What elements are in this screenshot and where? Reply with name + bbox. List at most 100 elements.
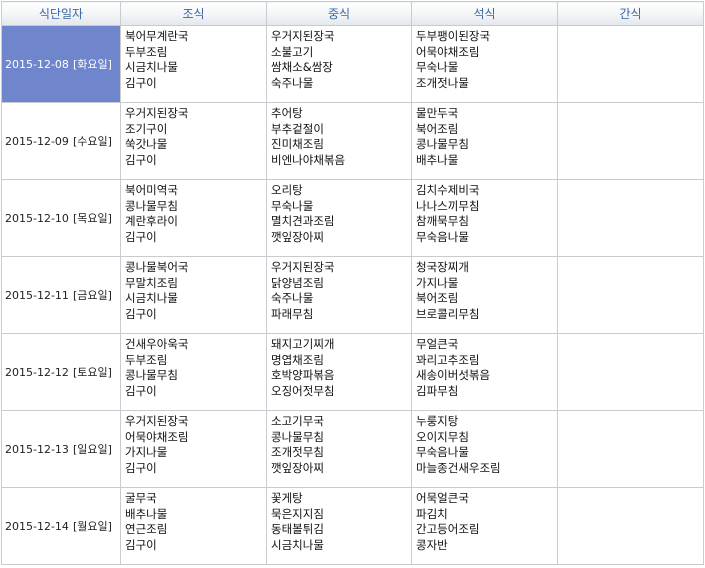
table-row[interactable]: 2015-12-14 [월요일] 굴무국 배추나물 연근조림 김구이 꽃게탕 묵은지지짐 동태볼… (1, 487, 704, 565)
col-header-breakfast: 조식 (120, 1, 267, 26)
dish-item: 오징어젓무침 (271, 383, 335, 398)
snack-dish-list (558, 488, 703, 491)
dish-item: 건새우아욱국 (125, 337, 189, 351)
snack-dish-list (558, 257, 703, 260)
table-row[interactable]: 2015-12-08 [화요일] 북어무계란국 두부조림 시금치나물 김구이 우거지된장국 소… (1, 25, 704, 103)
breakfast-cell: 굴무국 배추나물 연근조림 김구이 (120, 487, 267, 565)
breakfast-dish-list: 북어미역국 콩나물무침 계란후라이 김구이 (121, 180, 266, 245)
dish-item: 어묵야채조림 (125, 429, 189, 444)
snack-cell (557, 102, 704, 180)
dish-item: 꽃게탕 (271, 491, 303, 505)
dish-item: 동태볼튀김 (271, 522, 324, 536)
weekday-text: [일요일] (72, 443, 112, 456)
dinner-cell: 무얼큰국 꽈리고추조림 새송이버섯볶음 김파무침 (411, 333, 558, 411)
dinner-cell: 물만두국 북어조림 콩나물무침 배추나물 (411, 102, 558, 180)
dish-item: 호박양파볶음 (271, 368, 335, 382)
dish-item: 깻잎장아찌 (271, 460, 324, 475)
dish-item: 쌈채소&쌈장 (271, 60, 333, 74)
weekday-text: [월요일] (72, 520, 112, 533)
dish-item: 브로콜리무침 (416, 306, 480, 321)
date-cell[interactable]: 2015-12-10 [목요일] (1, 179, 121, 257)
table-row[interactable]: 2015-12-10 [목요일] 북어미역국 콩나물무침 계란후라이 김구이 오리탕 무숙나물… (1, 179, 704, 257)
breakfast-cell: 우거지된장국 어묵야채조림 가지나물 김구이 (120, 410, 267, 488)
weekday-text: [금요일] (72, 289, 112, 302)
dish-item: 시금치나물 (125, 291, 178, 305)
dinner-cell: 김치수제비국 나나스끼무침 참깨묵무침 무숙음나물 (411, 179, 558, 257)
breakfast-dish-list: 우거지된장국 조기구이 쑥갓나물 김구이 (121, 103, 266, 168)
dinner-dish-list: 어묵얼큰국 파김치 간고등어조림 콩자반 (412, 488, 557, 553)
dish-item: 새송이버섯볶음 (416, 368, 491, 382)
lunch-dish-list: 추어탕 부추겉절이 진미채조림 비엔나야채볶음 (267, 103, 411, 168)
meal-table: 식단일자 조식 중식 석식 간식 2015-12-08 [화요일] 북어무계란국 두부… (1, 1, 704, 565)
dish-item: 간고등어조림 (416, 522, 480, 536)
dish-item: 콩나물무침 (125, 368, 178, 382)
date-cell[interactable]: 2015-12-08 [화요일] (1, 25, 121, 103)
snack-dish-list (558, 180, 703, 183)
dish-item: 우거지된장국 (125, 106, 189, 120)
dish-item: 가지나물 (125, 445, 168, 459)
weekday-text: [수요일] (72, 135, 112, 148)
dish-item: 추어탕 (271, 106, 303, 120)
lunch-dish-list: 돼지고기찌개 명엽채조림 호박양파볶음 오징어젓무침 (267, 334, 411, 399)
date-cell[interactable]: 2015-12-13 [일요일] (1, 410, 121, 488)
dish-item: 숙주나물 (271, 291, 314, 305)
dish-item: 소고기무국 (271, 414, 324, 428)
dish-item: 청국장찌개 (416, 260, 469, 274)
lunch-cell: 소고기무국 콩나물무침 조개젓무침 깻잎장아찌 (266, 410, 412, 488)
dish-item: 깻잎장아찌 (271, 229, 324, 244)
snack-dish-list (558, 103, 703, 106)
meal-schedule: 식단일자 조식 중식 석식 간식 2015-12-08 [화요일] 북어무계란국 두부… (1, 1, 704, 565)
col-header-dinner: 석식 (411, 1, 558, 26)
dish-item: 콩나물무침 (125, 198, 178, 213)
dish-item: 참깨묵무침 (416, 214, 469, 228)
date-cell[interactable]: 2015-12-12 [토요일] (1, 333, 121, 411)
dish-item: 숙주나물 (271, 75, 314, 90)
weekday-text: [토요일] (72, 366, 112, 379)
date-cell[interactable]: 2015-12-11 [금요일] (1, 256, 121, 334)
dish-item: 조개젓나물 (416, 75, 469, 90)
date-cell[interactable]: 2015-12-14 [월요일] (1, 487, 121, 565)
lunch-cell: 돼지고기찌개 명엽채조림 호박양파볶음 오징어젓무침 (266, 333, 412, 411)
dish-item: 김구이 (125, 537, 157, 552)
table-row[interactable]: 2015-12-12 [토요일] 건새우아욱국 두부조림 콩나물무침 김구이 돼지고기찌개 명… (1, 333, 704, 411)
dish-item: 김구이 (125, 229, 157, 244)
date-text: 2015-12-10 (5, 212, 69, 225)
date-text: 2015-12-08 (5, 58, 69, 71)
dish-item: 파김치 (416, 506, 448, 521)
dish-item: 북어조림 (416, 121, 459, 136)
dinner-cell: 두부팽이된장국 어묵야채조림 무숙나물 조개젓나물 (411, 25, 558, 103)
table-row[interactable]: 2015-12-13 [일요일] 우거지된장국 어묵야채조림 가지나물 김구이 소고기무국 콩… (1, 410, 704, 488)
dish-item: 두부조림 (125, 352, 168, 367)
dish-item: 시금치나물 (125, 60, 178, 74)
dish-item: 물만두국 (416, 106, 459, 120)
dish-item: 마늘종건새우조림 (416, 460, 501, 475)
dish-item: 우거지된장국 (271, 29, 335, 43)
table-row[interactable]: 2015-12-09 [수요일] 우거지된장국 조기구이 쑥갓나물 김구이 추어탕 부추겉절이… (1, 102, 704, 180)
breakfast-cell: 북어미역국 콩나물무침 계란후라이 김구이 (120, 179, 267, 257)
dish-item: 진미채조림 (271, 137, 324, 151)
dish-item: 무얼큰국 (416, 337, 459, 351)
breakfast-dish-list: 건새우아욱국 두부조림 콩나물무침 김구이 (121, 334, 266, 399)
header-row: 식단일자 조식 중식 석식 간식 (1, 1, 704, 26)
dish-item: 누룽지탕 (416, 414, 459, 428)
breakfast-cell: 콩나물북어국 무말치조림 시금치나물 김구이 (120, 256, 267, 334)
lunch-cell: 꽃게탕 묵은지지짐 동태볼튀김 시금치나물 (266, 487, 412, 565)
breakfast-cell: 우거지된장국 조기구이 쑥갓나물 김구이 (120, 102, 267, 180)
date-cell[interactable]: 2015-12-09 [수요일] (1, 102, 121, 180)
dish-item: 두부팽이된장국 (416, 29, 491, 43)
dish-item: 어묵얼큰국 (416, 491, 469, 505)
dish-item: 두부조림 (125, 44, 168, 59)
dish-item: 파래무침 (271, 306, 314, 321)
dish-item: 콩나물무침 (416, 137, 469, 151)
dinner-dish-list: 청국장찌개 가지나물 북어조림 브로콜리무침 (412, 257, 557, 322)
dish-item: 콩나물무침 (271, 429, 324, 444)
snack-cell (557, 25, 704, 103)
dish-item: 콩나물북어국 (125, 260, 189, 274)
snack-dish-list (558, 411, 703, 414)
breakfast-dish-list: 콩나물북어국 무말치조림 시금치나물 김구이 (121, 257, 266, 322)
dish-item: 우거지된장국 (125, 414, 189, 428)
table-row[interactable]: 2015-12-11 [금요일] 콩나물북어국 무말치조림 시금치나물 김구이 우거지된장국… (1, 256, 704, 334)
dish-item: 소불고기 (271, 44, 314, 59)
date-text: 2015-12-14 (5, 520, 69, 533)
dish-item: 무숙음나물 (416, 445, 469, 459)
